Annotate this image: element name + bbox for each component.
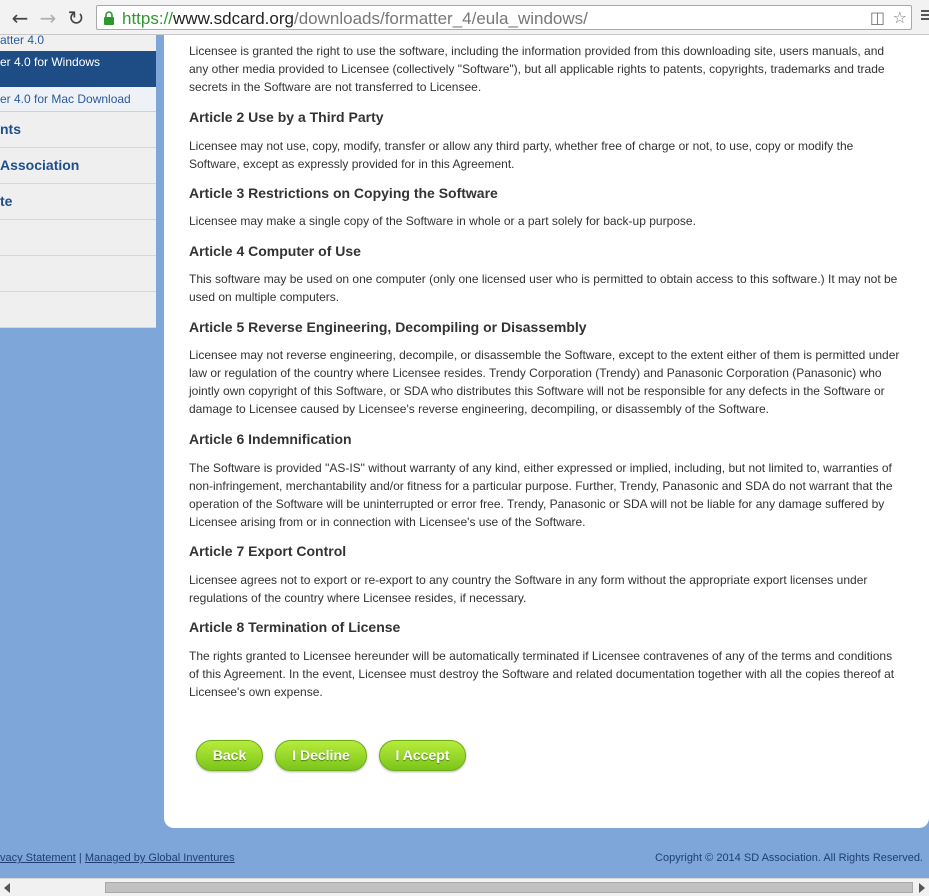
article-title: Article 8 Termination of License xyxy=(189,619,401,635)
footer-links: vacy Statement | Managed by Global Inven… xyxy=(0,852,235,864)
horizontal-scrollbar[interactable] xyxy=(0,878,929,896)
sidebar-item[interactable]: Association xyxy=(0,148,156,184)
article-body: Licensee may not use, copy, modify, tran… xyxy=(189,139,854,171)
sidebar-item[interactable] xyxy=(0,256,156,292)
article-body: Licensee may not reverse engineering, de… xyxy=(189,348,900,416)
article-title: Article 6 Indemnification xyxy=(189,431,352,447)
menu-icon[interactable] xyxy=(921,8,929,24)
article-body: The Software is provided "AS-IS" without… xyxy=(189,461,893,529)
article-title: Article 7 Export Control xyxy=(189,543,347,559)
footer-separator: | xyxy=(78,852,82,864)
sidebar-item[interactable] xyxy=(0,292,156,328)
address-bar[interactable]: https://www.sdcard.org/downloads/formatt… xyxy=(96,5,912,30)
sidebar-item-formatter-mac[interactable]: er 4.0 for Mac Download xyxy=(0,87,156,112)
bookmark-star-icon[interactable]: ☆ xyxy=(893,8,907,27)
scroll-right-icon[interactable] xyxy=(919,883,925,893)
article-title: Article 2 Use by a Third Party xyxy=(189,109,384,125)
article-title: Article 3 Restrictions on Copying the So… xyxy=(189,185,498,201)
scroll-left-icon[interactable] xyxy=(4,883,10,893)
sidebar-item[interactable] xyxy=(0,220,156,256)
eula-text: Licensee is granted the right to use the… xyxy=(189,42,905,701)
copyright-text: Copyright © 2014 SD Association. All Rig… xyxy=(655,852,923,864)
article-body: This software may be used on one compute… xyxy=(189,272,898,304)
article-body: Licensee may make a single copy of the S… xyxy=(189,214,696,228)
translate-icon[interactable]: ◫ xyxy=(870,8,885,27)
article-body: The rights granted to Licensee hereunder… xyxy=(189,649,895,699)
forward-arrow-icon[interactable]: → xyxy=(36,6,60,30)
reload-icon[interactable]: ↻ xyxy=(64,6,88,30)
sidebar: atter 4.0 er 4.0 for Windows er 4.0 for … xyxy=(0,33,156,328)
sidebar-item-formatter-windows[interactable]: er 4.0 for Windows xyxy=(0,51,156,87)
url-text[interactable]: https://www.sdcard.org/downloads/formatt… xyxy=(122,9,588,29)
privacy-statement-link[interactable]: vacy Statement xyxy=(0,852,76,864)
lock-icon xyxy=(104,11,114,25)
sidebar-item[interactable]: nts xyxy=(0,112,156,148)
article-body: Licensee agrees not to export or re-expo… xyxy=(189,573,868,605)
back-button[interactable]: Back xyxy=(196,740,263,771)
eula-panel: Licensee is granted the right to use the… xyxy=(164,35,929,828)
back-arrow-icon[interactable]: ← xyxy=(8,6,32,30)
sidebar-item[interactable]: te xyxy=(0,184,156,220)
eula-intro: Licensee is granted the right to use the… xyxy=(189,44,885,94)
decline-button[interactable]: I Decline xyxy=(275,740,367,771)
article-title: Article 4 Computer of Use xyxy=(189,243,361,259)
sidebar-item-formatter[interactable]: atter 4.0 xyxy=(0,33,156,51)
managed-by-link[interactable]: Managed by Global Inventures xyxy=(85,852,235,864)
browser-toolbar: ← → ↻ https://www.sdcard.org/downloads/f… xyxy=(0,0,929,35)
accept-button[interactable]: I Accept xyxy=(379,740,466,771)
scrollbar-thumb[interactable] xyxy=(105,882,913,893)
article-title: Article 5 Reverse Engineering, Decompili… xyxy=(189,319,587,335)
